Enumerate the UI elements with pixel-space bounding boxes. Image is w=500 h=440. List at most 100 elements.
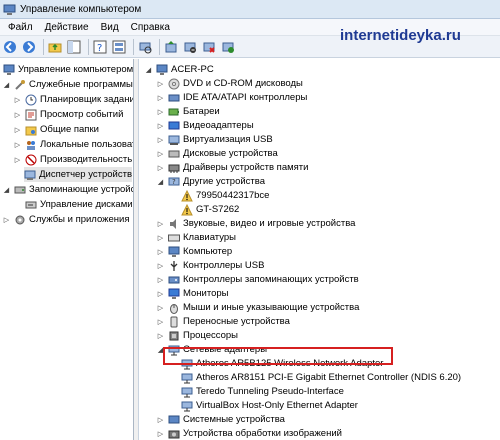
update-driver-button[interactable] [163,39,179,55]
device-category[interactable]: ▷ Мониторы [156,286,229,301]
device-item[interactable]: GT-S7262 [180,202,239,217]
device-category[interactable]: ▷ Дисковые устройства [156,146,278,161]
disable-device-button[interactable] [182,39,198,55]
scan-hardware-button[interactable] [137,39,153,55]
tree-item-storage[interactable]: ◢ Запоминающие устройств [2,182,133,197]
expand-arrow-icon[interactable]: ▷ [13,140,22,149]
menu-help[interactable]: Справка [125,22,176,33]
enable-device-button[interactable] [220,39,236,55]
device-category-label: Системные устройства [183,414,285,425]
expand-arrow-icon[interactable]: ▷ [13,125,22,134]
computer-management-icon [3,4,16,15]
expand-arrow-icon[interactable]: ▷ [156,247,165,256]
expand-arrow-icon[interactable]: ▷ [156,289,165,298]
tree-item-shared-folders[interactable]: ▷ Общие папки [13,122,99,137]
device-category-label: Устройства обработки изображений [183,428,342,439]
services-icon [13,213,26,226]
pane-splitter[interactable] [134,59,139,440]
device-category[interactable]: ▷ Клавиатуры [156,230,236,245]
device-category[interactable]: ▷ Батареи [156,104,220,119]
expand-arrow-icon[interactable]: ▷ [156,331,165,340]
back-button[interactable] [2,39,18,55]
device-category[interactable]: ▷ Мыши и иные указывающие устройства [156,300,359,315]
menu-action[interactable]: Действие [39,22,95,33]
device-category[interactable]: ▷ Процессоры [156,328,238,343]
device-item[interactable]: 79950442317bce [180,188,269,203]
tree-item-services-apps[interactable]: ▷ Службы и приложения [2,212,130,227]
device-item-selected[interactable]: Atheros AR8151 PCI-E Gigabit Ethernet Co… [180,370,461,385]
tools-icon [13,78,26,91]
device-item[interactable]: Teredo Tunneling Pseudo-Interface [180,384,344,399]
tree-item-performance[interactable]: ▷ Производительность [13,152,132,167]
warning-icon [180,189,193,202]
tree-item-computer-management[interactable]: Управление компьютером (л [2,62,133,77]
device-category-label: Мыши и иные указывающие устройства [183,302,360,313]
usb-controller-icon [167,259,180,272]
storage-controller-icon [167,273,180,286]
collapse-arrow-icon[interactable]: ◢ [144,65,153,74]
device-item[interactable]: VirtualBox Host-Only Ethernet Adapter [180,398,358,413]
device-category[interactable]: ◢ ? Другие устройства [156,174,265,189]
device-category[interactable]: ▷ IDE ATA/ATAPI контроллеры [156,90,308,105]
expand-arrow-icon[interactable]: ▷ [13,95,22,104]
device-category-label: Переносные устройства [183,316,290,327]
expand-arrow-icon[interactable]: ▷ [156,93,165,102]
expand-arrow-icon[interactable]: ▷ [156,135,165,144]
tree-item-event-viewer[interactable]: ▷ Просмотр событий [13,107,123,122]
expand-arrow-icon[interactable]: ▷ [156,429,165,438]
expand-arrow-icon[interactable]: ▷ [156,261,165,270]
menu-view[interactable]: Вид [95,22,125,33]
device-category-label: Контроллеры USB [183,260,265,271]
battery-icon [167,105,180,118]
device-category[interactable]: ▷ Видеоадаптеры [156,118,254,133]
expand-arrow-icon[interactable]: ▷ [156,79,165,88]
expand-arrow-icon[interactable]: ▷ [156,303,165,312]
uninstall-device-button[interactable] [201,39,217,55]
expand-arrow-icon[interactable]: ▷ [156,317,165,326]
expand-arrow-icon[interactable]: ▷ [2,215,11,224]
expand-arrow-icon[interactable]: ▷ [156,163,165,172]
properties-button[interactable] [111,39,127,55]
device-category[interactable]: ▷ Звуковые, видео и игровые устройства [156,216,356,231]
expand-arrow-icon[interactable]: ▷ [156,107,165,116]
tree-item-system-tools[interactable]: ◢ Служебные программы [2,77,133,92]
device-category-label: IDE ATA/ATAPI контроллеры [183,92,308,103]
tree-item-device-manager[interactable]: Диспетчер устройств [24,167,132,182]
expand-arrow-icon[interactable]: ▷ [156,121,165,130]
tree-item-task-scheduler[interactable]: ▷ Планировщик заданий [13,92,133,107]
expand-arrow-icon[interactable]: ▷ [156,233,165,242]
expand-arrow-icon[interactable]: ▷ [156,149,165,158]
up-level-button[interactable] [47,39,63,55]
device-category[interactable]: ▷ Переносные устройства [156,314,290,329]
show-hide-tree-button[interactable] [66,39,82,55]
system-devices-icon [167,413,180,426]
device-category[interactable]: ▷ Контроллеры USB [156,258,265,273]
menu-file[interactable]: Файл [2,22,39,33]
expand-arrow-icon[interactable]: ▷ [156,219,165,228]
forward-button[interactable] [21,39,37,55]
device-category[interactable]: ▷ Контроллеры запоминающих устройств [156,272,359,287]
device-category[interactable]: ▷ Виртуализация USB [156,132,273,147]
device-category[interactable]: ▷ Компьютер [156,244,232,259]
users-icon [24,138,37,151]
other-devices-icon: ? [167,175,180,188]
device-tree-root[interactable]: ◢ ACER-PC [144,62,214,77]
collapse-arrow-icon[interactable]: ◢ [2,185,11,194]
help-button[interactable]: ? [92,39,108,55]
device-category[interactable]: ▷ Системные устройства [156,412,285,427]
expand-arrow-icon[interactable]: ▷ [156,275,165,284]
device-category[interactable]: ▷ Драйверы устройств памяти [156,160,309,175]
tree-item-disk-management[interactable]: Управление дисками [24,197,133,212]
collapse-arrow-icon[interactable]: ◢ [2,80,11,89]
expand-arrow-icon[interactable]: ▷ [156,415,165,424]
device-item-label: GT-S7262 [196,204,240,215]
tree-item-local-users[interactable]: ▷ Локальные пользовате [13,137,133,152]
collapse-arrow-icon[interactable]: ◢ [156,177,165,186]
expand-arrow-icon[interactable]: ▷ [13,155,22,164]
update-driver-icon [165,40,177,52]
device-category[interactable]: ▷ Устройства обработки изображений [156,426,342,440]
warning-icon [180,203,193,216]
keyboard-icon [167,231,180,244]
expand-arrow-icon[interactable]: ▷ [13,110,22,119]
device-category[interactable]: ▷ DVD и CD-ROM дисководы [156,76,303,91]
